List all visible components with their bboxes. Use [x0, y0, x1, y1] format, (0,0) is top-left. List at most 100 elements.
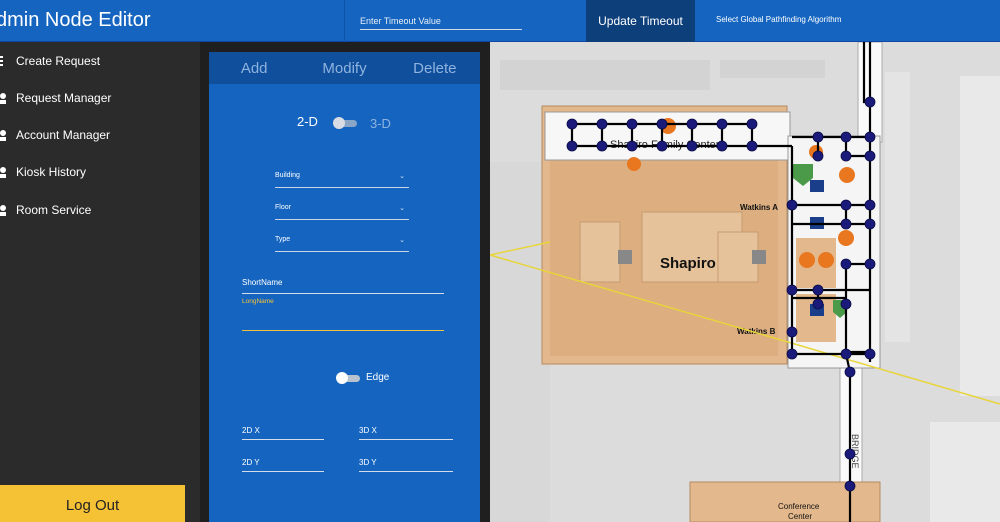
- map-lawn: [490, 162, 550, 522]
- map-node[interactable]: [840, 298, 852, 310]
- map-node[interactable]: [656, 140, 668, 152]
- sidebar-item-label: Account Manager: [16, 128, 111, 142]
- conference-label-line2: Center: [788, 512, 812, 521]
- sidebar-item-label: Create Request: [16, 54, 101, 68]
- map-node[interactable]: [786, 326, 798, 338]
- map-walkway: [960, 76, 1000, 396]
- map-node[interactable]: [864, 199, 876, 211]
- map-walkway: [930, 422, 1000, 522]
- chevron-down-icon: ⌄: [399, 237, 405, 244]
- map-node[interactable]: [596, 118, 608, 130]
- sidebar-item-room-service[interactable]: Room Service: [0, 195, 200, 225]
- map-node[interactable]: [812, 298, 824, 310]
- top-bar: dmin Node Editor Update Timeout Select G…: [0, 0, 1000, 42]
- watkins-a-label: Watkins A: [740, 203, 778, 212]
- x3d-field[interactable]: 3D X: [359, 426, 453, 440]
- building-select[interactable]: Building ⌄: [275, 172, 409, 188]
- dimension-2d-label: 2-D: [297, 114, 318, 129]
- floor-map: BRIDGE Shapiro Family Center Shapiro Wat…: [490, 42, 1000, 522]
- floor-select-label: Floor: [275, 204, 291, 211]
- shortname-field[interactable]: ShortName: [242, 278, 444, 294]
- person-icon: [0, 129, 10, 141]
- map-node[interactable]: [812, 131, 824, 143]
- map-node[interactable]: [716, 118, 728, 130]
- map-node[interactable]: [566, 118, 578, 130]
- logout-button[interactable]: Log Out: [0, 485, 185, 522]
- map-canvas[interactable]: BRIDGE Shapiro Family Center Shapiro Wat…: [490, 42, 1000, 522]
- sidebar-item-create-request[interactable]: Create Request: [0, 46, 200, 76]
- tab-delete[interactable]: Delete: [390, 52, 480, 84]
- shapiro-room: [579, 221, 621, 283]
- sidebar-item-label: Room Service: [16, 203, 92, 217]
- timeout-input[interactable]: [360, 12, 522, 30]
- map-node[interactable]: [626, 118, 638, 130]
- map-node[interactable]: [746, 140, 758, 152]
- dimension-toggle[interactable]: [333, 117, 357, 129]
- map-node[interactable]: [746, 118, 758, 130]
- x2d-field[interactable]: 2D X: [242, 426, 324, 440]
- map-node[interactable]: [566, 140, 578, 152]
- longname-field[interactable]: [242, 330, 444, 331]
- map-node[interactable]: [840, 258, 852, 270]
- person-icon: [0, 204, 10, 216]
- toggle-knob: [336, 372, 348, 384]
- building-select-label: Building: [275, 172, 300, 179]
- escalator-icon: [838, 230, 854, 246]
- y3d-field[interactable]: 3D Y: [359, 458, 453, 472]
- map-node[interactable]: [864, 348, 876, 360]
- map-node[interactable]: [844, 366, 856, 378]
- map-node[interactable]: [686, 140, 698, 152]
- sidebar: Create Request Request Manager Account M…: [0, 42, 200, 522]
- map-node[interactable]: [786, 348, 798, 360]
- tab-add[interactable]: Add: [209, 52, 299, 84]
- node-editor-panel: Add Modify Delete 2-D 3-D Building ⌄ Flo…: [209, 52, 480, 522]
- map-node[interactable]: [812, 150, 824, 162]
- elevator-icon: [618, 250, 632, 264]
- sidebar-item-kiosk-history[interactable]: Kiosk History: [0, 157, 200, 187]
- y2d-field[interactable]: 2D Y: [242, 458, 324, 472]
- map-node[interactable]: [786, 199, 798, 211]
- editor-tabs: Add Modify Delete: [209, 52, 480, 84]
- pathfinding-algorithm-select[interactable]: Select Global Pathfinding Algorithm: [716, 15, 841, 24]
- map-node[interactable]: [626, 140, 638, 152]
- elevator-icon: [810, 180, 824, 192]
- elevator-icon: [752, 250, 766, 264]
- map-node[interactable]: [786, 284, 798, 296]
- longname-label: LongName: [242, 298, 274, 305]
- map-plaza: [720, 60, 825, 78]
- map-node[interactable]: [840, 150, 852, 162]
- escalator-icon: [839, 167, 855, 183]
- person-icon: [0, 92, 10, 104]
- restroom-icon: [818, 252, 834, 268]
- map-node[interactable]: [840, 131, 852, 143]
- dimension-3d-label: 3-D: [370, 116, 391, 131]
- sidebar-item-request-manager[interactable]: Request Manager: [0, 83, 200, 113]
- sidebar-item-account-manager[interactable]: Account Manager: [0, 120, 200, 150]
- map-node[interactable]: [812, 284, 824, 296]
- tab-modify[interactable]: Modify: [299, 52, 389, 84]
- map-node[interactable]: [864, 96, 876, 108]
- map-node[interactable]: [864, 218, 876, 230]
- map-node[interactable]: [864, 150, 876, 162]
- map-node[interactable]: [840, 199, 852, 211]
- map-node[interactable]: [840, 348, 852, 360]
- map-node[interactable]: [840, 218, 852, 230]
- sidebar-item-label: Request Manager: [16, 91, 112, 105]
- map-node[interactable]: [864, 258, 876, 270]
- map-node[interactable]: [844, 480, 856, 492]
- conference-label-line1: Conference: [778, 502, 820, 511]
- restroom-icon: [799, 252, 815, 268]
- floor-select[interactable]: Floor ⌄: [275, 204, 409, 220]
- map-plaza: [500, 60, 710, 90]
- map-node[interactable]: [716, 140, 728, 152]
- chevron-down-icon: ⌄: [399, 205, 405, 212]
- update-timeout-button[interactable]: Update Timeout: [586, 0, 695, 42]
- sidebar-item-label: Kiosk History: [16, 165, 87, 179]
- map-node[interactable]: [844, 448, 856, 460]
- type-select[interactable]: Type ⌄: [275, 236, 409, 252]
- edge-toggle[interactable]: [336, 372, 360, 384]
- map-node[interactable]: [864, 131, 876, 143]
- map-node[interactable]: [596, 140, 608, 152]
- map-node[interactable]: [656, 118, 668, 130]
- map-node[interactable]: [686, 118, 698, 130]
